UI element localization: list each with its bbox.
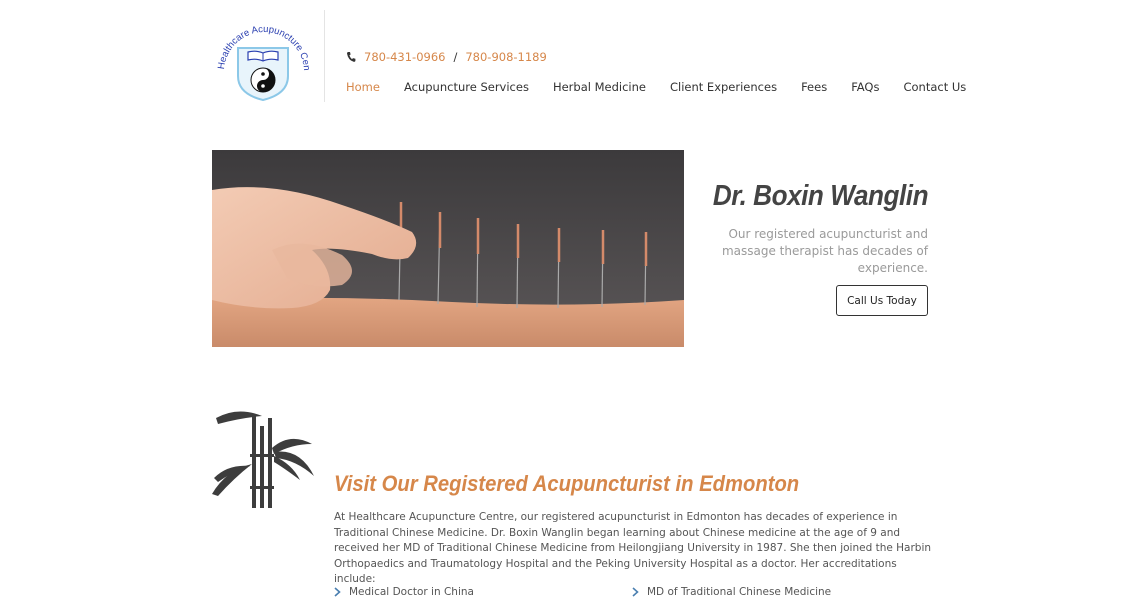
about-title: Visit Our Registered Acupuncturist in Ed… bbox=[334, 471, 800, 496]
accreditations-list: Medical Doctor in China MD of Traditiona… bbox=[334, 586, 934, 598]
nav-item-home[interactable]: Home bbox=[346, 80, 380, 94]
call-us-today-button[interactable]: Call Us Today bbox=[836, 285, 928, 316]
chevron-right-icon bbox=[632, 587, 639, 597]
list-item: Medical Doctor in China bbox=[334, 586, 632, 598]
phone-link-primary[interactable]: 780-431-0966 bbox=[364, 50, 445, 64]
phone-separator: / bbox=[453, 50, 458, 64]
nav-item-contact-us[interactable]: Contact Us bbox=[903, 80, 966, 94]
main-nav: Home Acupuncture Services Herbal Medicin… bbox=[346, 80, 990, 94]
bamboo-icon bbox=[212, 411, 314, 508]
phone-icon bbox=[347, 52, 356, 62]
phone-link-secondary[interactable]: 780-908-1189 bbox=[465, 50, 546, 64]
hero-subtitle: Our registered acupuncturist and massage… bbox=[721, 227, 928, 275]
nav-item-fees[interactable]: Fees bbox=[801, 80, 827, 94]
list-item: MD of Traditional Chinese Medicine bbox=[632, 586, 930, 598]
chevron-right-icon bbox=[334, 587, 341, 597]
logo-emblem-icon: Healthcare Acupuncture Centre bbox=[209, 2, 312, 102]
hero-title: Dr. Boxin Wanglin bbox=[712, 180, 929, 212]
nav-item-herbal-medicine[interactable]: Herbal Medicine bbox=[553, 80, 646, 94]
nav-item-client-experiences[interactable]: Client Experiences bbox=[670, 80, 777, 94]
nav-item-faqs[interactable]: FAQs bbox=[851, 80, 879, 94]
hero-image bbox=[212, 150, 684, 347]
accreditation-label: MD of Traditional Chinese Medicine bbox=[647, 586, 832, 598]
about-body: At Healthcare Acupuncture Centre, our re… bbox=[334, 511, 932, 586]
accreditation-label: Medical Doctor in China bbox=[349, 586, 474, 598]
phone-row: 780-431-0966 / 780-908-1189 bbox=[346, 50, 547, 64]
nav-item-acupuncture-services[interactable]: Acupuncture Services bbox=[404, 80, 529, 94]
header-divider bbox=[324, 10, 325, 102]
clinic-logo[interactable]: Healthcare Acupuncture Centre bbox=[209, 2, 312, 104]
